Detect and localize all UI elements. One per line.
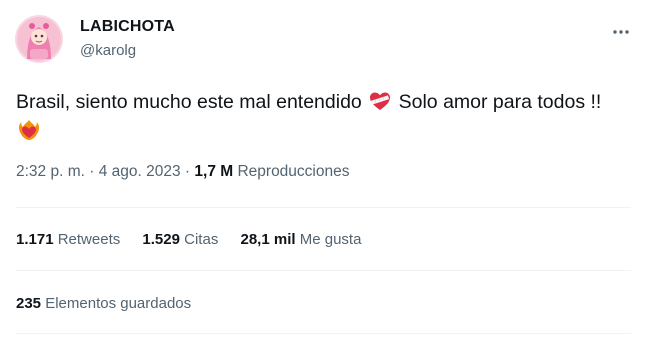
tweet-text: Brasil, siento mucho este mal entendido …: [16, 88, 616, 146]
divider: [16, 207, 631, 208]
retweets-label: Retweets: [57, 231, 121, 248]
avatar[interactable]: [15, 15, 63, 63]
tweet-text-part1: Brasil, siento mucho este mal entendido: [16, 91, 362, 113]
tweet-card: LABICHOTA @karolg Brasil, siento mucho e…: [0, 0, 647, 343]
divider: [16, 333, 631, 334]
more-options-button[interactable]: [607, 18, 635, 46]
more-options-icon: [613, 30, 629, 34]
retweets-stat[interactable]: 1.171 Retweets: [16, 231, 120, 248]
likes-stat[interactable]: 28,1 mil Me gusta: [241, 231, 362, 248]
views-label: Reproducciones: [237, 163, 350, 180]
bookmarks-count: 235: [16, 295, 42, 312]
quotes-count: 1.529: [142, 231, 180, 248]
quotes-stat[interactable]: 1.529 Citas: [142, 231, 218, 248]
meta-separator: ·: [84, 163, 99, 180]
meta-separator: ·: [180, 163, 195, 180]
tweet-text-part2: Solo amor para todos !!: [398, 91, 602, 113]
mending-heart-emoji: [370, 92, 391, 110]
likes-label: Me gusta: [299, 231, 362, 248]
avatar-image: [15, 15, 63, 63]
tweet-time[interactable]: 2:32 p. m.: [16, 163, 85, 180]
quotes-label: Citas: [184, 231, 219, 248]
tweet-meta: 2:32 p. m. · 4 ago. 2023 · 1,7 M Reprodu…: [16, 163, 349, 181]
bookmarks-label: Elementos guardados: [45, 295, 192, 312]
heart-on-fire-emoji: [18, 120, 40, 140]
likes-count: 28,1 mil: [240, 231, 296, 248]
author-display-name[interactable]: LABICHOTA: [80, 18, 175, 36]
author-handle[interactable]: @karolg: [80, 42, 136, 59]
retweets-count: 1.171: [16, 231, 54, 248]
divider: [16, 270, 631, 271]
views-count: 1,7 M: [194, 163, 234, 180]
engagement-stats: 1.171 Retweets 1.529 Citas 28,1 mil Me g…: [16, 231, 379, 248]
tweet-date[interactable]: 4 ago. 2023: [99, 163, 181, 180]
bookmarks-stat[interactable]: 235 Elementos guardados: [16, 295, 191, 312]
